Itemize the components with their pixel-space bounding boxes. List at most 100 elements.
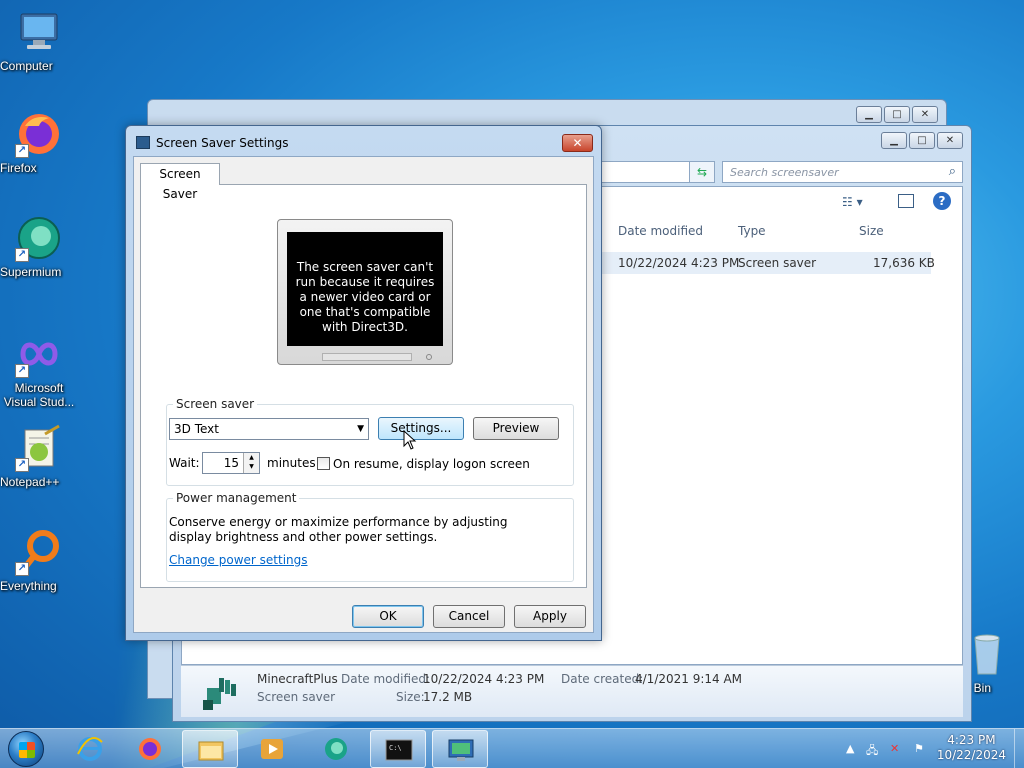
screen-saver-settings-icon	[136, 136, 150, 149]
refresh-icon[interactable]: ⇆	[689, 161, 715, 183]
desktop-icon-label: Computer	[0, 59, 53, 73]
help-icon[interactable]: ?	[933, 192, 951, 210]
everything-icon: ↗	[15, 528, 63, 576]
svg-text:C:\: C:\	[389, 744, 402, 752]
search-icon[interactable]: ⌕	[949, 164, 956, 179]
desktop-icon-label: Firefox	[0, 161, 37, 175]
preview-screen-message: The screen saver can't run because it re…	[287, 232, 443, 346]
details-size-label: Size:	[396, 690, 425, 704]
dialog-body: Screen Saver The screen saver can't run …	[133, 156, 594, 633]
supermium-icon: ↗	[15, 214, 63, 262]
minimize-icon[interactable]: ▁	[881, 132, 907, 149]
taskbar-screen-saver-settings[interactable]	[432, 730, 488, 768]
taskbar-internet-explorer[interactable]	[62, 730, 118, 768]
maximize-icon[interactable]: □	[909, 132, 935, 149]
desktop-icon-label: Microsoft Visual Stud...	[3, 381, 75, 409]
view-options-icon[interactable]: ☷ ▾	[842, 195, 863, 209]
taskbar-command-prompt[interactable]: C:\	[370, 730, 426, 768]
details-date-modified-value: 10/22/2024 4:23 PM	[423, 672, 545, 686]
screen-saver-tab-panel: The screen saver can't run because it re…	[140, 184, 587, 588]
shortcut-arrow-icon: ↗	[15, 364, 29, 378]
window-caption-buttons: ▁ □ ✕	[856, 106, 938, 123]
details-pane: MinecraftPlus Screen saver Date modified…	[181, 665, 963, 717]
maximize-icon[interactable]: □	[884, 106, 910, 123]
dialog-title: Screen Saver Settings	[156, 136, 289, 150]
ok-button[interactable]: OK	[352, 605, 424, 628]
close-icon[interactable]: ✕	[912, 106, 938, 123]
screen-saver-group: Screen saver 3D Text ▼ Settings... Previ…	[166, 397, 574, 486]
power-management-group: Power management Conserve energy or maxi…	[166, 491, 574, 582]
row-size: 17,636 KB	[873, 256, 935, 270]
volume-muted-icon[interactable]: ✕	[890, 742, 906, 756]
on-resume-label[interactable]: On resume, display logon screen	[333, 457, 530, 471]
column-size[interactable]: Size	[859, 224, 884, 238]
column-type[interactable]: Type	[738, 224, 766, 238]
close-button[interactable]: ✕	[562, 134, 593, 152]
internet-explorer-icon	[77, 737, 103, 761]
cancel-button[interactable]: Cancel	[433, 605, 505, 628]
desktop-icon-supermium[interactable]: ↗ Supermium	[0, 214, 78, 279]
screen-saver-select[interactable]: 3D Text ▼	[169, 418, 369, 440]
minutes-label: minutes	[267, 456, 316, 470]
show-hidden-icons-icon[interactable]: ▲	[846, 742, 862, 756]
preview-monitor: The screen saver can't run because it re…	[277, 219, 453, 365]
close-icon[interactable]: ✕	[937, 132, 963, 149]
column-date-modified[interactable]: Date modified	[618, 224, 703, 238]
search-input[interactable]: Search screensaver	[730, 166, 839, 179]
desktop-icon-firefox[interactable]: ↗ Firefox	[0, 110, 78, 175]
desktop-icon-label: Notepad++	[0, 475, 60, 489]
search-box[interactable]: Search screensaver ⌕	[722, 161, 963, 183]
taskbar: C:\ ▲ 🖧 ✕ ⚑ 4:23 PM 10/22/2024	[0, 728, 1024, 768]
on-resume-checkbox[interactable]	[317, 457, 330, 470]
show-desktop-button[interactable]	[1014, 729, 1024, 768]
details-date-modified-label: Date modified:	[341, 672, 431, 686]
minimize-icon[interactable]: ▁	[856, 106, 882, 123]
clock-date: 10/22/2024	[936, 748, 1006, 762]
network-icon[interactable]: 🖧	[866, 742, 882, 757]
wait-label: Wait:	[169, 456, 200, 470]
desktop-icon-notepad-plus-plus[interactable]: ↗ Notepad++	[0, 424, 78, 489]
screen-saver-group-title: Screen saver	[173, 397, 258, 411]
window-caption-buttons: ▁ □ ✕	[881, 132, 963, 149]
power-management-description: Conserve energy or maximize performance …	[169, 515, 508, 544]
computer-icon	[15, 8, 63, 56]
chevron-down-icon[interactable]: ▼	[357, 419, 364, 439]
row-type: Screen saver	[738, 256, 817, 270]
firefox-icon: ↗	[15, 110, 63, 158]
details-date-created-label: Date created:	[561, 672, 644, 686]
notepad-plus-plus-icon: ↗	[15, 424, 63, 472]
supermium-icon	[325, 738, 347, 760]
taskbar-clock[interactable]: 4:23 PM 10/22/2024	[937, 733, 1006, 763]
preview-button[interactable]: Preview	[473, 417, 559, 440]
desktop-icon-everything[interactable]: ↗ Everything	[0, 528, 78, 593]
desktop-icon-label: Supermium	[0, 265, 62, 279]
power-management-group-title: Power management	[173, 491, 300, 505]
spin-arrows-icon[interactable]: ▲ ▼	[243, 453, 259, 473]
tab-screen-saver[interactable]: Screen Saver	[140, 163, 220, 201]
clock-time: 4:23 PM	[947, 733, 996, 747]
start-button[interactable]	[8, 731, 44, 767]
taskbar-firefox[interactable]	[122, 730, 178, 768]
settings-button[interactable]: Settings...	[378, 417, 464, 440]
screen-saver-settings-dialog[interactable]: Screen Saver Settings ✕ Screen Saver The…	[125, 125, 602, 641]
firefox-icon	[139, 738, 161, 760]
details-file-kind: Screen saver	[257, 690, 336, 704]
shortcut-arrow-icon: ↗	[15, 144, 29, 158]
details-date-created-value: 4/1/2021 9:14 AM	[635, 672, 743, 686]
folder-icon	[198, 741, 224, 761]
details-file-name: MinecraftPlus	[257, 672, 338, 686]
details-size-value: 17.2 MB	[423, 690, 473, 704]
apply-button[interactable]: Apply	[514, 605, 586, 628]
row-date-modified: 10/22/2024 4:23 PM	[618, 256, 740, 270]
taskbar-windows-explorer[interactable]	[182, 730, 238, 768]
wait-minutes-value: 15	[223, 456, 239, 470]
change-power-settings-link[interactable]: Change power settings	[169, 553, 308, 567]
wait-minutes-stepper[interactable]: 15 ▲ ▼	[202, 452, 260, 474]
taskbar-media-player[interactable]	[244, 730, 300, 768]
taskbar-supermium[interactable]	[308, 730, 364, 768]
action-center-flag-icon[interactable]: ⚑	[914, 742, 930, 756]
preview-pane-icon[interactable]	[898, 194, 914, 208]
desktop-icon-computer[interactable]: Computer	[0, 8, 78, 73]
command-prompt-icon: C:\	[385, 739, 413, 761]
desktop-icon-visual-studio[interactable]: ↗ Microsoft Visual Stud...	[0, 330, 78, 409]
